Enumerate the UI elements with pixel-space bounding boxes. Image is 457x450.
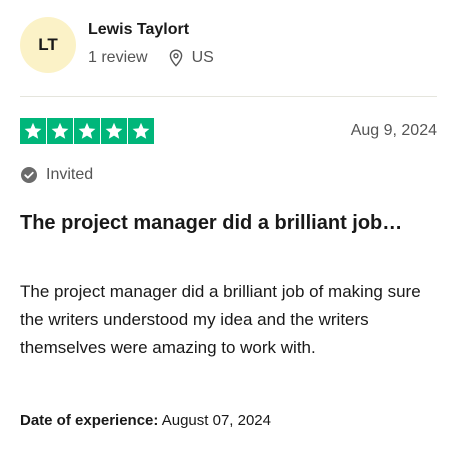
divider [20, 96, 437, 97]
star-icon [78, 122, 96, 139]
star-1 [20, 118, 46, 144]
star-4 [101, 118, 127, 144]
reviewer-info: Lewis Taylort 1 review US [88, 17, 214, 68]
date-of-experience: Date of experience: August 07, 2024 [20, 412, 271, 429]
star-2 [47, 118, 73, 144]
review-count: 1 review [88, 49, 148, 66]
review-body: The project manager did a brilliant job … [20, 282, 421, 357]
rating-row: Aug 9, 2024 [20, 118, 437, 144]
star-icon [24, 122, 42, 139]
reviewer-country: US [191, 49, 214, 66]
experience-label: Date of experience: [20, 412, 159, 429]
reviewer-name[interactable]: Lewis Taylort [88, 20, 214, 40]
star-5 [128, 118, 154, 144]
experience-date: August 07, 2024 [158, 412, 271, 429]
avatar-initials: LT [38, 35, 58, 54]
reviewer-header: LT Lewis Taylort 1 review US [20, 17, 214, 73]
star-3 [74, 118, 100, 144]
avatar[interactable]: LT [20, 17, 76, 73]
invited-badge[interactable]: Invited [20, 166, 93, 184]
invited-label: Invited [46, 166, 94, 183]
star-icon [51, 122, 69, 139]
star-icon [105, 122, 123, 139]
star-icon [132, 122, 150, 139]
reviewer-meta: 1 review US [88, 48, 214, 68]
review-title[interactable]: The project manager did a brilliant job… [20, 210, 420, 236]
check-circle-icon [21, 167, 37, 183]
review-date: Aug 9, 2024 [350, 122, 437, 139]
location-pin-icon [169, 49, 182, 67]
review-card: LT Lewis Taylort 1 review US Aug 9, 2024… [0, 0, 457, 450]
star-rating [20, 118, 155, 144]
